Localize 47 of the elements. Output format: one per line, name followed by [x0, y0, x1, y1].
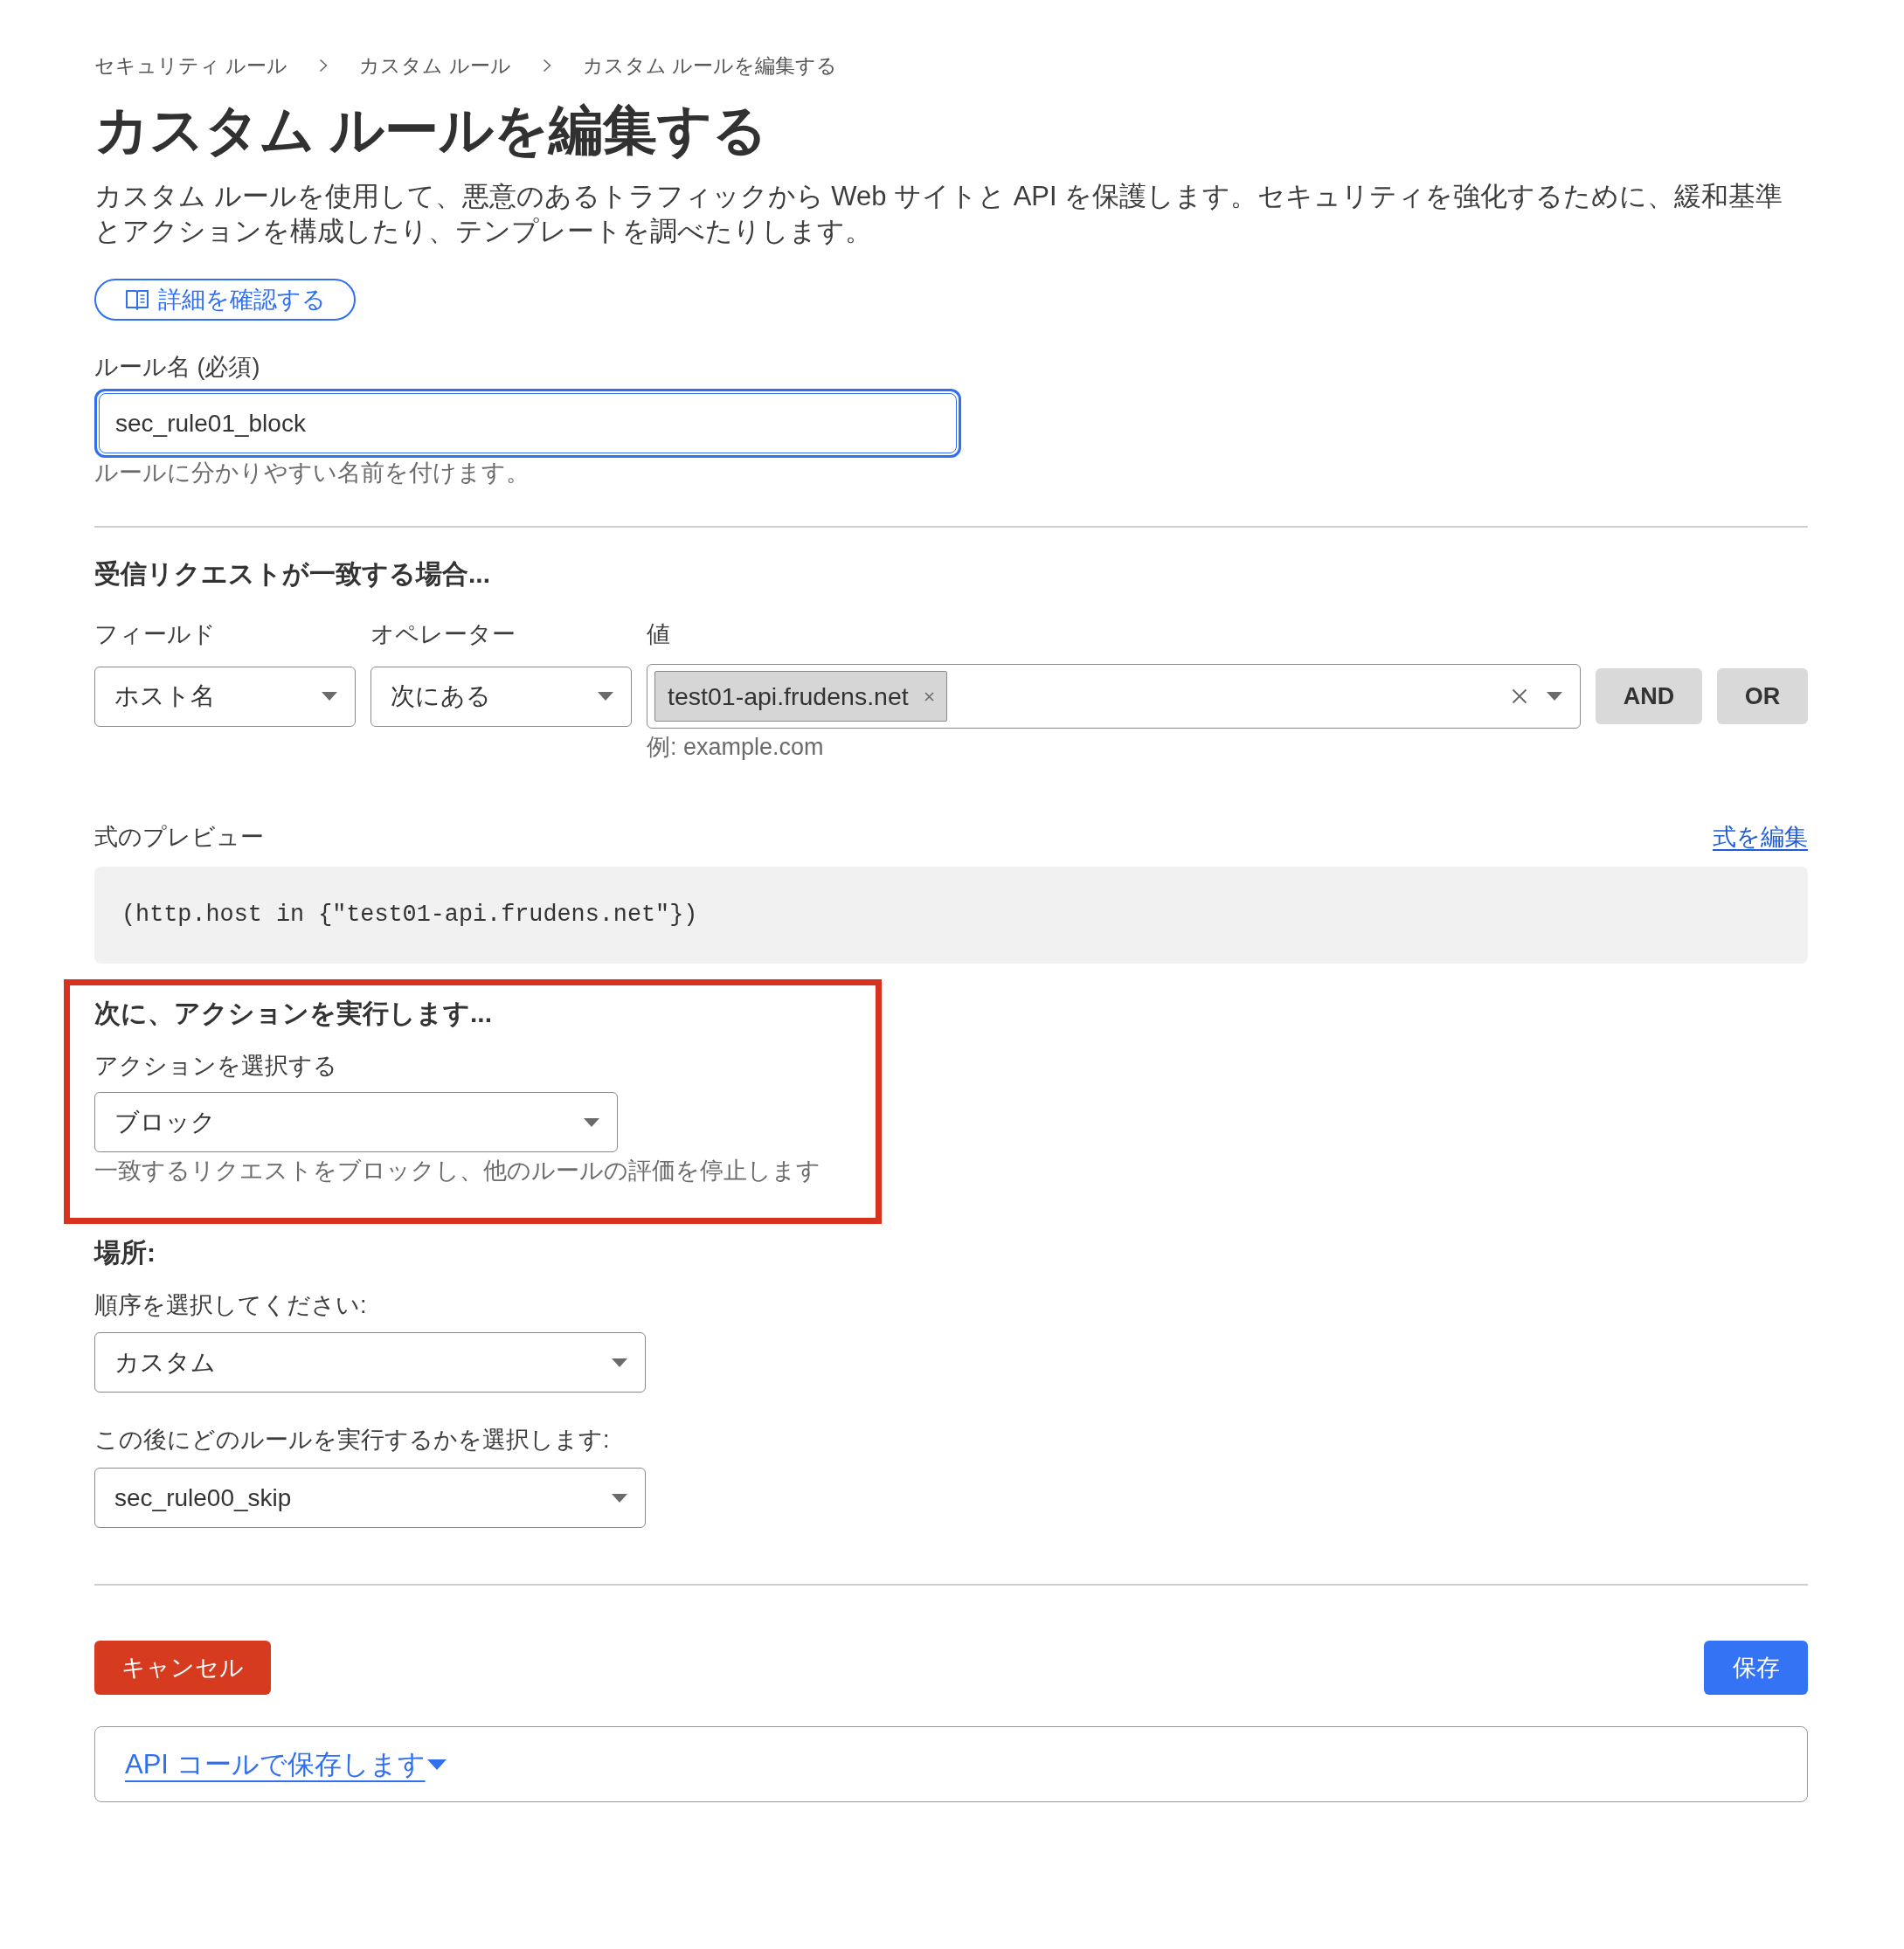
remove-icon[interactable] [924, 691, 934, 702]
page-title: カスタム ルールを編集する [94, 99, 768, 162]
rule-name-input[interactable]: sec_rule01_block [94, 389, 961, 458]
logic-button[interactable]: OR [1717, 668, 1808, 724]
field-label: ルール名 (必須) [94, 353, 260, 382]
dropdown-arrow-icon[interactable] [612, 1493, 627, 1503]
caret-icon [426, 1759, 447, 1770]
field-label: オペレーター [370, 620, 516, 649]
dropdown-arrow-icon[interactable] [1547, 692, 1562, 701]
breadcrumb-current: カスタム ルールを編集する [582, 53, 838, 79]
field-select[interactable]: ホスト名 [94, 666, 356, 727]
chevron-right-icon [542, 59, 551, 73]
field-label: 値 [647, 620, 670, 649]
field-label: この後にどのルールを実行するかを選択します: [94, 1426, 610, 1455]
edit-expression-link[interactable]: 式を編集 [1713, 822, 1808, 852]
field-hint: 例: example.com [647, 733, 824, 762]
dropdown-arrow-icon[interactable] [584, 1117, 599, 1127]
field-label: アクションを選択する [94, 1052, 337, 1081]
help-text: 一致するリクエストをブロックし、他のルールの評価を停止します [94, 1157, 820, 1185]
section-heading: 場所: [94, 1237, 156, 1268]
help-text: ルールに分かりやすい名前を付けます。 [94, 459, 530, 487]
expression-text: (http.host in {"test01-api.frudens.net"}) [121, 901, 698, 930]
order-select[interactable]: カスタム [94, 1332, 646, 1393]
operator-select[interactable]: 次にある [370, 666, 632, 727]
dropdown-arrow-icon[interactable] [322, 692, 337, 701]
cancel-button[interactable]: キャンセル [94, 1641, 271, 1695]
clear-icon[interactable] [1512, 688, 1527, 704]
logic-button[interactable]: AND [1596, 668, 1702, 724]
value-select[interactable]: test01-api.frudens.net [647, 664, 1581, 729]
api-call-link[interactable]: API コールで保存します [125, 1745, 447, 1784]
field-label: 式のプレビュー [94, 823, 264, 852]
field-label: フィールド [94, 620, 216, 649]
dropdown-arrow-icon[interactable] [598, 692, 613, 701]
section-heading: 次に、アクションを実行します... [94, 998, 492, 1029]
rule-select[interactable]: sec_rule00_skip [94, 1468, 646, 1528]
page-description: カスタム ルールを使用して、悪意のあるトラフィックから Web サイトと API を保護します。セキュリティを強化するために、緩和基準とアクションを構成したり、テンプレートを調べたりします。 [94, 180, 1784, 248]
breadcrumb-link[interactable]: セキュリティ ルール [94, 52, 288, 79]
save-button[interactable]: 保存 [1704, 1641, 1808, 1695]
action-select[interactable]: ブロック [94, 1092, 618, 1152]
learn-more-button[interactable]: 詳細を確認する [94, 279, 356, 321]
breadcrumb-link[interactable]: カスタム ルール [359, 52, 511, 79]
section-heading: 受信リクエストが一致する場合... [94, 558, 490, 590]
book-icon [124, 288, 149, 311]
value-tag-text: test01-api.frudens.net [668, 681, 909, 712]
chevron-right-icon [319, 59, 329, 73]
dropdown-arrow-icon[interactable] [612, 1358, 627, 1367]
field-label: 順序を選択してください: [94, 1291, 367, 1320]
